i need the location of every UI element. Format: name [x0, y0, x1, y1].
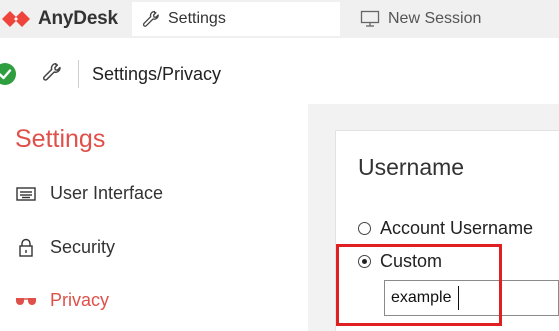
- sidebar-title: Settings: [15, 125, 106, 153]
- tab-settings[interactable]: Settings: [132, 2, 340, 36]
- anydesk-logo-icon: [2, 11, 30, 27]
- breadcrumb: Settings/Privacy: [92, 64, 222, 84]
- divider: [78, 60, 79, 88]
- sidebar-item-security[interactable]: Security: [15, 237, 115, 258]
- glasses-icon: [15, 291, 37, 311]
- app-name: AnyDesk: [38, 8, 118, 29]
- brand[interactable]: AnyDesk: [0, 0, 128, 38]
- radio-button[interactable]: [358, 222, 371, 235]
- wrench-icon[interactable]: [42, 62, 62, 87]
- sidebar-item-label: Privacy: [50, 290, 110, 310]
- sidebar-item-user-interface[interactable]: User Interface: [15, 183, 163, 204]
- sidebar-item-label: User Interface: [50, 183, 164, 203]
- radio-custom[interactable]: Custom: [358, 251, 442, 272]
- radio-account-username[interactable]: Account Username: [358, 218, 533, 239]
- check-circle-icon: [0, 63, 16, 85]
- tab-label: New Session: [388, 10, 482, 27]
- radio-label: Account Username: [380, 218, 534, 238]
- wrench-icon: [142, 10, 160, 28]
- keyboard-icon: [15, 184, 37, 204]
- sidebar-item-privacy[interactable]: Privacy: [15, 290, 109, 311]
- text-caret: [458, 286, 459, 310]
- tab-label: Settings: [168, 10, 226, 27]
- tab-new-session[interactable]: New Session: [350, 2, 559, 36]
- lock-icon: [15, 238, 37, 258]
- sidebar-item-label: Security: [50, 237, 116, 257]
- section-title: Username: [358, 154, 465, 180]
- custom-username-input[interactable]: [384, 280, 559, 316]
- address-bar: [0, 40, 559, 102]
- radio-button[interactable]: [358, 255, 371, 268]
- monitor-icon: [360, 10, 380, 28]
- radio-label: Custom: [380, 251, 443, 271]
- tab-bar: AnyDesk Settings New Session: [0, 0, 559, 38]
